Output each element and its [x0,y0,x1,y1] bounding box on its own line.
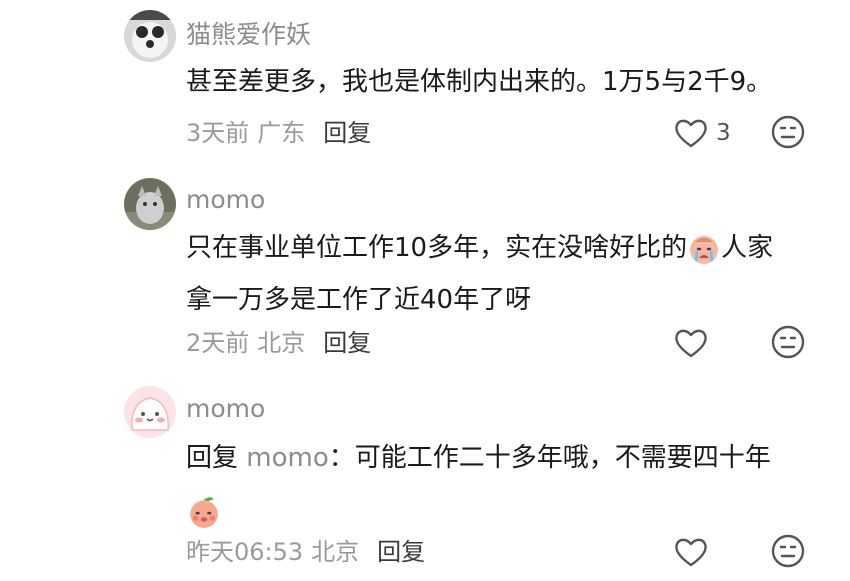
panda-photo-avatar [124,10,176,62]
comment-meta: 3天前 广东 回复 [186,118,371,148]
reply-button[interactable]: 回复 [323,119,371,147]
emoji-react-button[interactable] [770,114,810,154]
pink-blob-avatar [124,386,176,438]
location: 北京 [257,329,306,357]
timestamp: 2天前 [186,329,250,357]
mention-link[interactable]: momo [246,443,328,473]
like-button[interactable]: 3 [674,113,731,153]
comment-text: 只在事业单位工作10多年，实在没啥好比的 人家 拿一万多是工作了近40年了呀 [186,222,826,326]
comment-text: 甚至差更多，我也是体制内出来的。1万5与2千9。 [186,67,773,97]
username[interactable]: 猫熊爱作妖 [186,20,311,50]
peach-face-emoji [190,496,218,528]
crying-emoji [690,235,719,264]
avatar[interactable] [124,10,176,62]
avatar[interactable] [124,386,176,438]
comment-meta: 昨天06:53 北京 回复 [186,537,425,567]
comment-meta: 2天前 北京 回复 [186,328,371,358]
comment-text: 回复 momo：可能工作二十多年哦，不需要四十年 [186,432,826,536]
comment-text-part: 只在事业单位工作10多年，实在没啥好比的 [186,233,688,263]
reply-button[interactable]: 回复 [323,329,371,357]
cat-photo-avatar [124,178,176,230]
username[interactable]: momo [186,394,265,424]
smiley-icon [771,325,805,359]
location: 北京 [311,538,360,566]
like-button[interactable] [674,532,708,572]
timestamp: 3天前 [186,119,250,147]
like-button[interactable] [674,323,708,363]
heart-icon [675,538,707,567]
emoji-react-button[interactable] [770,324,810,364]
location: 广东 [257,119,306,147]
heart-icon [675,329,707,358]
username[interactable]: momo [186,185,265,215]
avatar[interactable] [124,178,176,230]
heart-icon [675,119,707,148]
comment-text-part: ：可能工作二十多年哦，不需要四十年 [328,443,771,473]
smiley-icon [771,115,805,149]
comment-text-part: 拿一万多是工作了近40年了呀 [186,285,532,315]
smiley-icon [771,534,805,568]
comment-text-part: 人家 [721,233,774,263]
emoji-react-button[interactable] [770,533,810,573]
timestamp: 昨天06:53 [186,538,304,566]
reply-prefix: 回复 [186,443,239,473]
like-count: 3 [716,120,731,146]
reply-button[interactable]: 回复 [377,538,425,566]
